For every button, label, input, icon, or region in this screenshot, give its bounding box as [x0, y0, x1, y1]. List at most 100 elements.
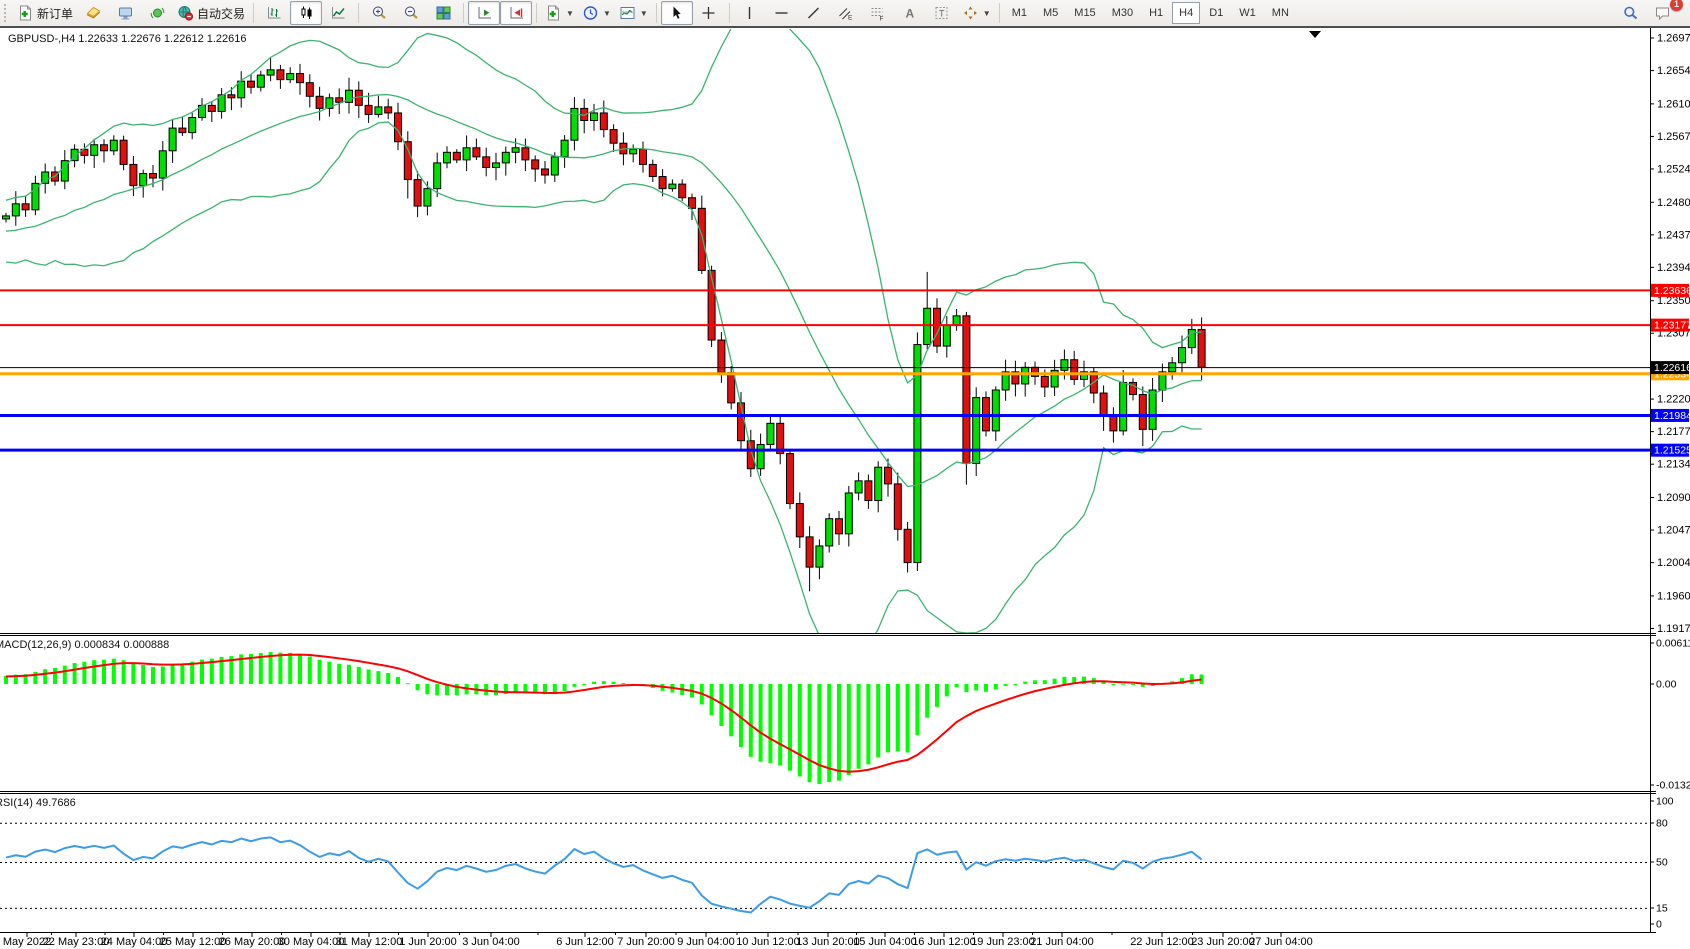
- time-axis-label: 22 May 23:00: [43, 936, 110, 948]
- timeframe-m5-button[interactable]: M5: [1036, 2, 1065, 24]
- svg-text:1.23940: 1.23940: [1657, 262, 1690, 274]
- time-axis: May 202222 May 23:0024 May 04:0025 May 1…: [3, 932, 1313, 948]
- svg-text:100: 100: [1656, 796, 1674, 808]
- macd-signal-line: [6, 655, 1202, 772]
- timeframe-m1-button[interactable]: M1: [1005, 2, 1034, 24]
- fibonacci-tool-button[interactable]: F: [862, 1, 894, 25]
- svg-text:1.21984: 1.21984: [1654, 410, 1690, 422]
- time-axis-label: 19 Jun 23:00: [971, 936, 1035, 948]
- data-window-button[interactable]: [109, 1, 141, 25]
- text-label-icon: T: [933, 5, 950, 21]
- svg-text:1.21770: 1.21770: [1657, 426, 1690, 438]
- svg-text:1.22616: 1.22616: [1654, 362, 1690, 374]
- bar-chart-icon: [266, 5, 283, 21]
- svg-text:1.25240: 1.25240: [1657, 163, 1690, 175]
- cursor-tool-button[interactable]: [661, 1, 693, 25]
- candlestick-chart-icon: [298, 5, 315, 21]
- candlestick-chart-button[interactable]: [290, 1, 322, 25]
- svg-text:1.25670: 1.25670: [1657, 131, 1690, 143]
- bar-chart-button[interactable]: [258, 1, 290, 25]
- svg-text:-0.01324: -0.01324: [1656, 780, 1690, 792]
- new-chart-button[interactable]: ▼: [541, 1, 578, 25]
- line-chart-button[interactable]: [322, 1, 354, 25]
- timeframe-m15-button[interactable]: M15: [1067, 2, 1102, 24]
- text-tool-button[interactable]: A: [894, 1, 926, 25]
- equidistant-channel-tool-button[interactable]: E: [830, 1, 862, 25]
- notification-badge: 1: [1670, 0, 1683, 11]
- horizontal-line-icon: [773, 5, 790, 21]
- symbol-period-label: GBPUSD-,H4 1.22633 1.22676 1.22612 1.226…: [8, 33, 247, 45]
- bollinger-lower-line: [6, 122, 1202, 658]
- macd-axis: 0.006114 0.00 -0.01324 MACD(12,26,9) 0.0008…: [0, 638, 1690, 792]
- svg-text:1.19170: 1.19170: [1657, 623, 1690, 635]
- timeframe-label: H4: [1179, 7, 1193, 19]
- toolbar-separator: [656, 3, 657, 23]
- price-chart-canvas[interactable]: 1.269701.265401.261001.256701.252401.248…: [0, 0, 1690, 949]
- chart-shift-button[interactable]: [500, 1, 532, 25]
- horizontal-line-tool-button[interactable]: [766, 1, 798, 25]
- bollinger-bands: [6, 0, 1202, 658]
- timeframe-mn-button[interactable]: MN: [1265, 2, 1296, 24]
- data-window-icon: [117, 5, 134, 21]
- period-clock-button[interactable]: ▼: [578, 1, 615, 25]
- timeframe-h1-button[interactable]: H1: [1142, 2, 1170, 24]
- trendline-tool-button[interactable]: [798, 1, 830, 25]
- auto-scroll-button[interactable]: [468, 1, 500, 25]
- svg-text:0.00: 0.00: [1656, 679, 1677, 691]
- chat-bubble-icon: [1654, 5, 1671, 21]
- chevron-down-icon: ▼: [983, 9, 991, 18]
- chevron-down-icon: ▼: [566, 9, 574, 18]
- svg-text:1.20900: 1.20900: [1657, 492, 1690, 504]
- market-watch-button[interactable]: [77, 1, 109, 25]
- timeframe-label: M1: [1012, 7, 1027, 19]
- new-order-label: 新订单: [37, 5, 73, 22]
- svg-text:1.26540: 1.26540: [1657, 65, 1690, 77]
- zoom-in-icon: [371, 5, 388, 21]
- svg-text:T: T: [939, 9, 945, 19]
- time-axis-label: 22 Jun 12:00: [1130, 936, 1194, 948]
- chat-button[interactable]: 1: [1646, 1, 1678, 25]
- toolbar-grip[interactable]: [4, 4, 9, 22]
- svg-text:0.006114: 0.006114: [1656, 638, 1690, 650]
- arrows-tool-button[interactable]: ▼: [958, 1, 995, 25]
- time-axis-label: 27 Jun 04:00: [1249, 936, 1313, 948]
- new-order-button[interactable]: 新订单: [13, 1, 77, 25]
- fibonacci-icon: F: [869, 5, 886, 21]
- timeframe-label: H1: [1149, 7, 1163, 19]
- vertical-line-tool-button[interactable]: [734, 1, 766, 25]
- navigator-button[interactable]: [141, 1, 173, 25]
- timeframe-w1-button[interactable]: W1: [1232, 2, 1263, 24]
- indicators-icon: [619, 5, 636, 21]
- svg-text:E: E: [848, 15, 853, 22]
- timeframe-m30-button[interactable]: M30: [1105, 2, 1140, 24]
- svg-text:50: 50: [1656, 857, 1668, 869]
- timeframe-h4-button[interactable]: H4: [1172, 2, 1200, 24]
- macd-label: MACD(12,26,9) 0.000834 0.000888: [0, 639, 169, 651]
- zoom-in-button[interactable]: [363, 1, 395, 25]
- market-watch-icon: [85, 5, 102, 21]
- timeframe-label: M30: [1112, 7, 1133, 19]
- indicators-button[interactable]: ▼: [615, 1, 652, 25]
- svg-text:0: 0: [1656, 919, 1662, 931]
- time-axis-label: 9 Jun 04:00: [677, 936, 735, 948]
- time-axis-label: 21 Jun 04:00: [1030, 936, 1094, 948]
- text-label-tool-button[interactable]: T: [926, 1, 958, 25]
- svg-text:1.23500: 1.23500: [1657, 295, 1690, 307]
- search-button[interactable]: [1614, 1, 1646, 25]
- crosshair-tool-button[interactable]: [693, 1, 725, 25]
- search-icon: [1622, 5, 1639, 21]
- zoom-out-button[interactable]: [395, 1, 427, 25]
- auto-trading-button[interactable]: 自动交易: [173, 1, 249, 25]
- tile-windows-button[interactable]: [427, 1, 459, 25]
- svg-text:1.26970: 1.26970: [1657, 33, 1690, 45]
- crosshair-icon: [700, 5, 717, 21]
- rsi-pane: [0, 823, 1650, 912]
- time-axis-label: 24 May 04:00: [101, 936, 168, 948]
- time-axis-label: 26 May 20:00: [219, 936, 286, 948]
- main-toolbar: 新订单 自动交易 ▼ ▼: [0, 0, 1690, 28]
- time-axis-label: 25 May 12:00: [160, 936, 227, 948]
- timeframe-d1-button[interactable]: D1: [1202, 2, 1230, 24]
- clock-icon: [582, 5, 599, 21]
- new-chart-icon: [545, 5, 562, 21]
- toolbar-separator: [358, 3, 359, 23]
